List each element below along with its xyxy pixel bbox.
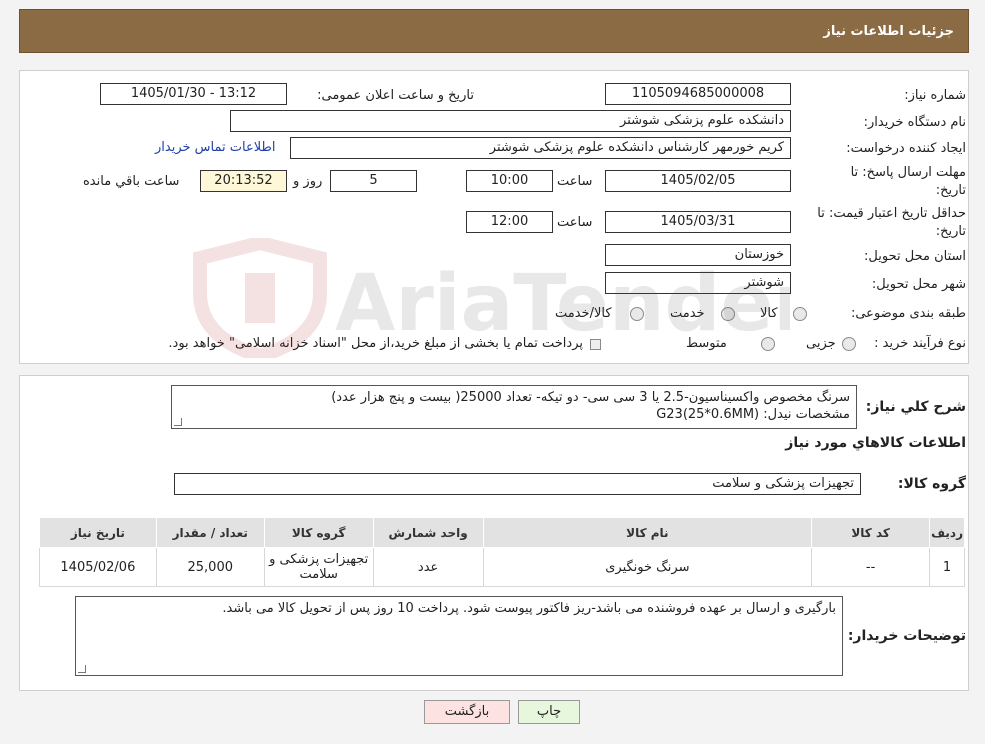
days-remaining-field: 5 (330, 170, 417, 192)
purchase-option-medium: متوسط (686, 336, 727, 351)
buyer-notes-textarea[interactable]: بارگیری و ارسال بر عهده فروشنده می باشد-… (75, 596, 843, 676)
deadline-label-2: تاریخ: (935, 183, 966, 198)
deadline-label: مهلت ارسال پاسخ: تا (850, 165, 966, 180)
goods-group-field: تجهیزات پزشکی و سلامت (174, 473, 861, 495)
cell-name: سرنگ خونگیری (482, 547, 813, 587)
purchase-option-minor: جزیی (806, 336, 836, 351)
resize-grip-icon[interactable] (174, 418, 182, 426)
back-button[interactable]: بازگشت (424, 700, 510, 724)
cell-group: تجهیزات پزشکی و سلامت (263, 547, 374, 587)
buyer-org-field: دانشکده علوم پزشکی شوشتر (230, 110, 791, 132)
table-header-row: رديف کد کالا نام کالا واحد شمارش گروه کا… (39, 517, 965, 548)
city-label: شهر محل تحویل: (871, 277, 966, 292)
buyer-notes-label: توضیحات خریدار: (847, 628, 966, 644)
page-header: جزئیات اطلاعات نیاز (19, 9, 969, 53)
time-remaining-field: 20:13:52 (200, 170, 287, 192)
deadline-time-label: ساعت (557, 174, 593, 189)
validity-date-field: 1405/03/31 (605, 211, 791, 233)
need-number-label: شماره نیاز: (904, 88, 966, 103)
city-field: شوشتر (605, 272, 791, 294)
col-header-date: تاریخ نیاز (39, 517, 157, 548)
cell-date: 1405/02/06 (39, 547, 157, 587)
goods-group-label: گروه کالا: (897, 476, 966, 492)
page-title: جزئیات اطلاعات نیاز (823, 24, 954, 39)
col-header-name: نام کالا (482, 517, 813, 548)
category-label: طبقه بندی موضوعی: (850, 306, 966, 321)
need-number-field: 1105094685000008 (605, 83, 791, 105)
summary-textarea[interactable]: سرنگ مخصوص واکسیناسیون-2.5 یا 3 سی سی- د… (171, 385, 857, 429)
creator-label: ایجاد کننده درخواست: (846, 141, 966, 156)
validity-label-2: تاریخ: (935, 224, 966, 239)
purchase-type-label: نوع فرآیند خرید : (874, 336, 966, 351)
category-radio-service[interactable] (721, 307, 735, 321)
purchase-note: پرداخت تمام یا بخشی از مبلغ خرید،از محل … (168, 336, 583, 351)
purchase-radio-minor[interactable] (842, 337, 856, 351)
announce-date-field: 1405/01/30 - 13:12 (100, 83, 287, 105)
category-option-goods-service: کالا/خدمت (555, 306, 612, 321)
col-header-qty: تعداد / مقدار (155, 517, 265, 548)
col-header-code: کد کالا (811, 517, 931, 548)
deadline-time-field: 10:00 (466, 170, 553, 192)
validity-time-field: 12:00 (466, 211, 553, 233)
creator-field: کریم خورمهر کارشناس دانشکده علوم پزشکی ش… (290, 137, 791, 159)
summary-label: شرح کلي نياز: (865, 399, 966, 415)
buyer-notes-text: بارگیری و ارسال بر عهده فروشنده می باشد-… (222, 601, 836, 616)
cell-row-num: 1 (929, 547, 965, 587)
treasury-checkbox[interactable] (590, 339, 601, 350)
goods-info-title: اطلاعات کالاهاي مورد نياز (785, 435, 966, 451)
validity-label: حداقل تاریخ اعتبار قیمت: تا (817, 206, 966, 221)
announce-date-label: تاریخ و ساعت اعلان عمومی: (317, 88, 474, 103)
cell-unit: عدد (372, 547, 484, 587)
validity-time-label: ساعت (557, 215, 593, 230)
print-button[interactable]: چاپ (518, 700, 580, 724)
cell-qty: 25,000 (155, 547, 265, 587)
col-header-row-num: رديف (929, 517, 965, 548)
time-remaining-label: ساعت باقي مانده (83, 174, 180, 189)
cell-code: -- (811, 547, 931, 587)
purchase-radio-medium[interactable] (761, 337, 775, 351)
buyer-org-label: نام دستگاه خریدار: (863, 115, 966, 130)
resize-grip-icon[interactable] (78, 665, 86, 673)
category-radio-goods-service[interactable] (630, 307, 644, 321)
category-option-goods: کالا (760, 306, 778, 321)
category-option-service: خدمت (670, 306, 705, 321)
table-row: 1 -- سرنگ خونگیری عدد تجهیزات پزشکی و سل… (39, 547, 965, 587)
col-header-unit: واحد شمارش (372, 517, 484, 548)
goods-table: رديف کد کالا نام کالا واحد شمارش گروه کا… (39, 517, 965, 587)
summary-line-2: مشخصات نیدل: (G23(25*0.6MM (656, 407, 850, 422)
col-header-group: گروه کالا (263, 517, 374, 548)
deadline-date-field: 1405/02/05 (605, 170, 791, 192)
category-radio-goods[interactable] (793, 307, 807, 321)
buyer-contact-link[interactable]: اطلاعات تماس خریدار (155, 140, 275, 155)
province-field: خوزستان (605, 244, 791, 266)
province-label: استان محل تحویل: (864, 249, 966, 264)
summary-line-1: سرنگ مخصوص واکسیناسیون-2.5 یا 3 سی سی- د… (331, 390, 850, 405)
days-label: روز و (293, 174, 323, 189)
